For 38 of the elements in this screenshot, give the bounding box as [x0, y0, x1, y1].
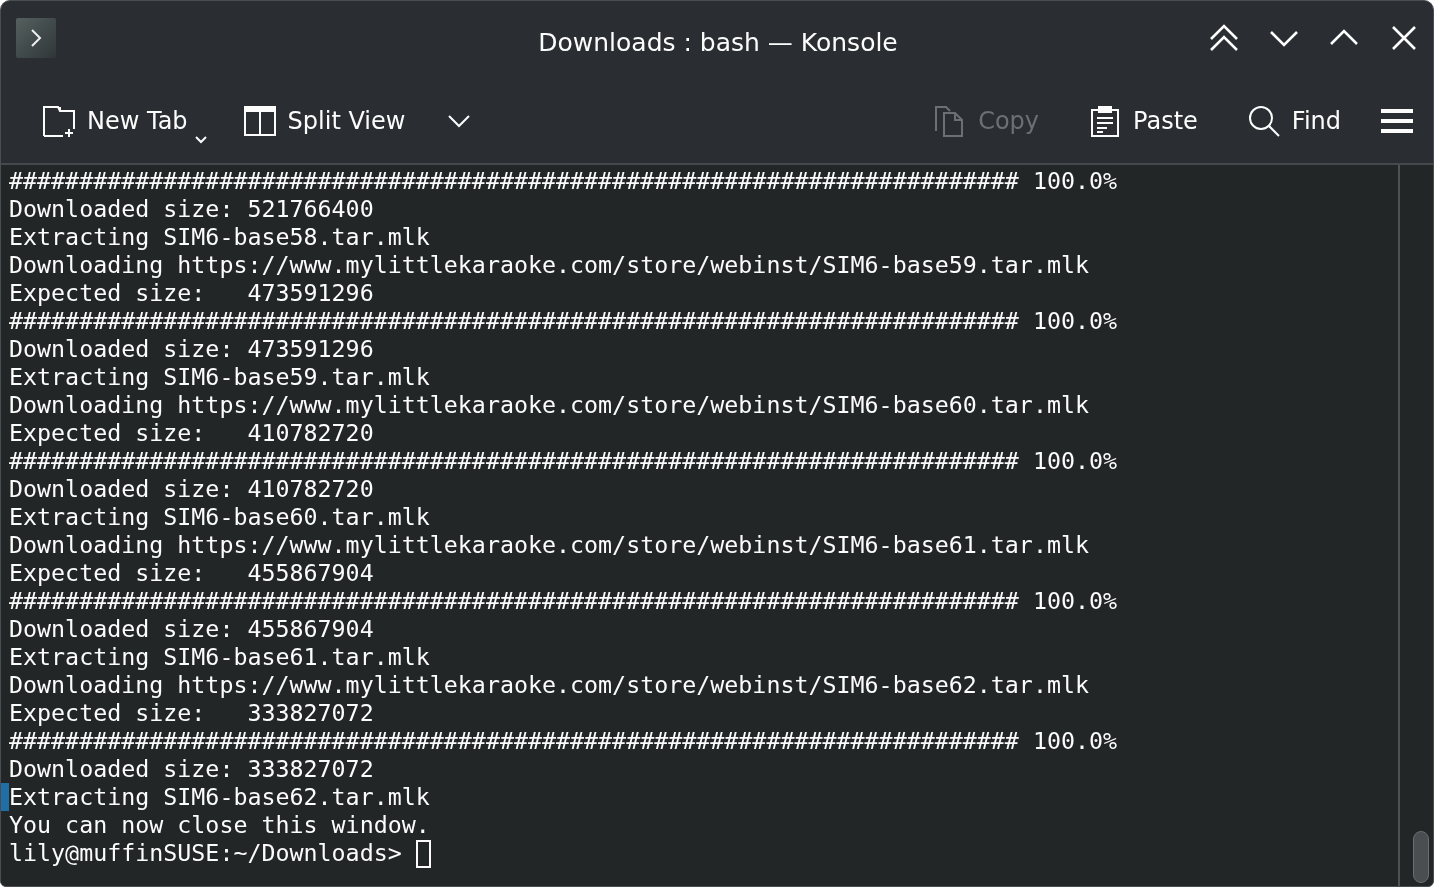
terminal-line: Downloaded size: 473591296	[9, 335, 374, 363]
clipboard-icon	[1089, 105, 1122, 137]
new-tab-button[interactable]: New Tab	[35, 96, 212, 146]
terminal-line: Expected size: 410782720	[9, 419, 374, 447]
terminal-line: You can now close this window.	[9, 811, 430, 839]
split-view-icon	[243, 105, 276, 137]
menu-icon[interactable]	[1381, 108, 1413, 134]
terminal-line: Expected size: 473591296	[9, 279, 374, 307]
terminal-line: Downloaded size: 455867904	[9, 615, 374, 643]
terminal-line: Extracting SIM6-base62.tar.mlk	[9, 783, 430, 811]
terminal-line: Downloading https://www.mylittlekaraoke.com/store/webinst/SIM6-base59.tar.mlk	[9, 251, 1089, 279]
split-view-button[interactable]: Split View	[235, 96, 414, 146]
new-tab-icon	[43, 105, 75, 137]
terminal-line: ######################################################################## 100.0%	[9, 447, 1118, 475]
terminal-line: Expected size: 333827072	[9, 699, 374, 727]
terminal-icon[interactable]	[16, 18, 56, 58]
terminal-line: Downloaded size: 333827072	[9, 755, 374, 783]
terminal-line: ######################################################################## 100.0%	[9, 307, 1118, 335]
terminal-line: Extracting SIM6-base61.tar.mlk	[9, 643, 430, 671]
terminal-line: Downloading https://www.mylittlekaraoke.com/store/webinst/SIM6-base60.tar.mlk	[9, 391, 1089, 419]
terminal-line: Extracting SIM6-base58.tar.mlk	[9, 223, 430, 251]
terminal-line: Extracting SIM6-base59.tar.mlk	[9, 363, 430, 391]
chevron-down-icon[interactable]	[447, 114, 472, 128]
terminal-line: ######################################################################## 100.0%	[9, 727, 1118, 755]
terminal-line: Extracting SIM6-base60.tar.mlk	[9, 503, 430, 531]
search-icon	[1247, 105, 1280, 137]
terminal-line: ######################################################################## 100.0%	[9, 587, 1118, 615]
terminal-line: Expected size: 455867904	[9, 559, 374, 587]
terminal-line: Downloaded size: 410782720	[9, 475, 374, 503]
terminal-line: ######################################################################## 100.0%	[9, 167, 1118, 195]
window-title: Downloads : bash — Konsole	[538, 26, 898, 57]
terminal-line: Downloading https://www.mylittlekaraoke.com/store/webinst/SIM6-base61.tar.mlk	[9, 531, 1089, 559]
scrollbar-thumb[interactable]	[1412, 831, 1429, 883]
shell-prompt: lily@muffinSUSE:~/Downloads>	[9, 839, 402, 867]
find-button[interactable]: Find	[1239, 96, 1349, 146]
paste-button[interactable]: Paste	[1081, 96, 1206, 146]
terminal-line: Downloading https://www.mylittlekaraoke.com/store/webinst/SIM6-base62.tar.mlk	[9, 671, 1089, 699]
terminal-line: Downloaded size: 521766400	[9, 195, 374, 223]
